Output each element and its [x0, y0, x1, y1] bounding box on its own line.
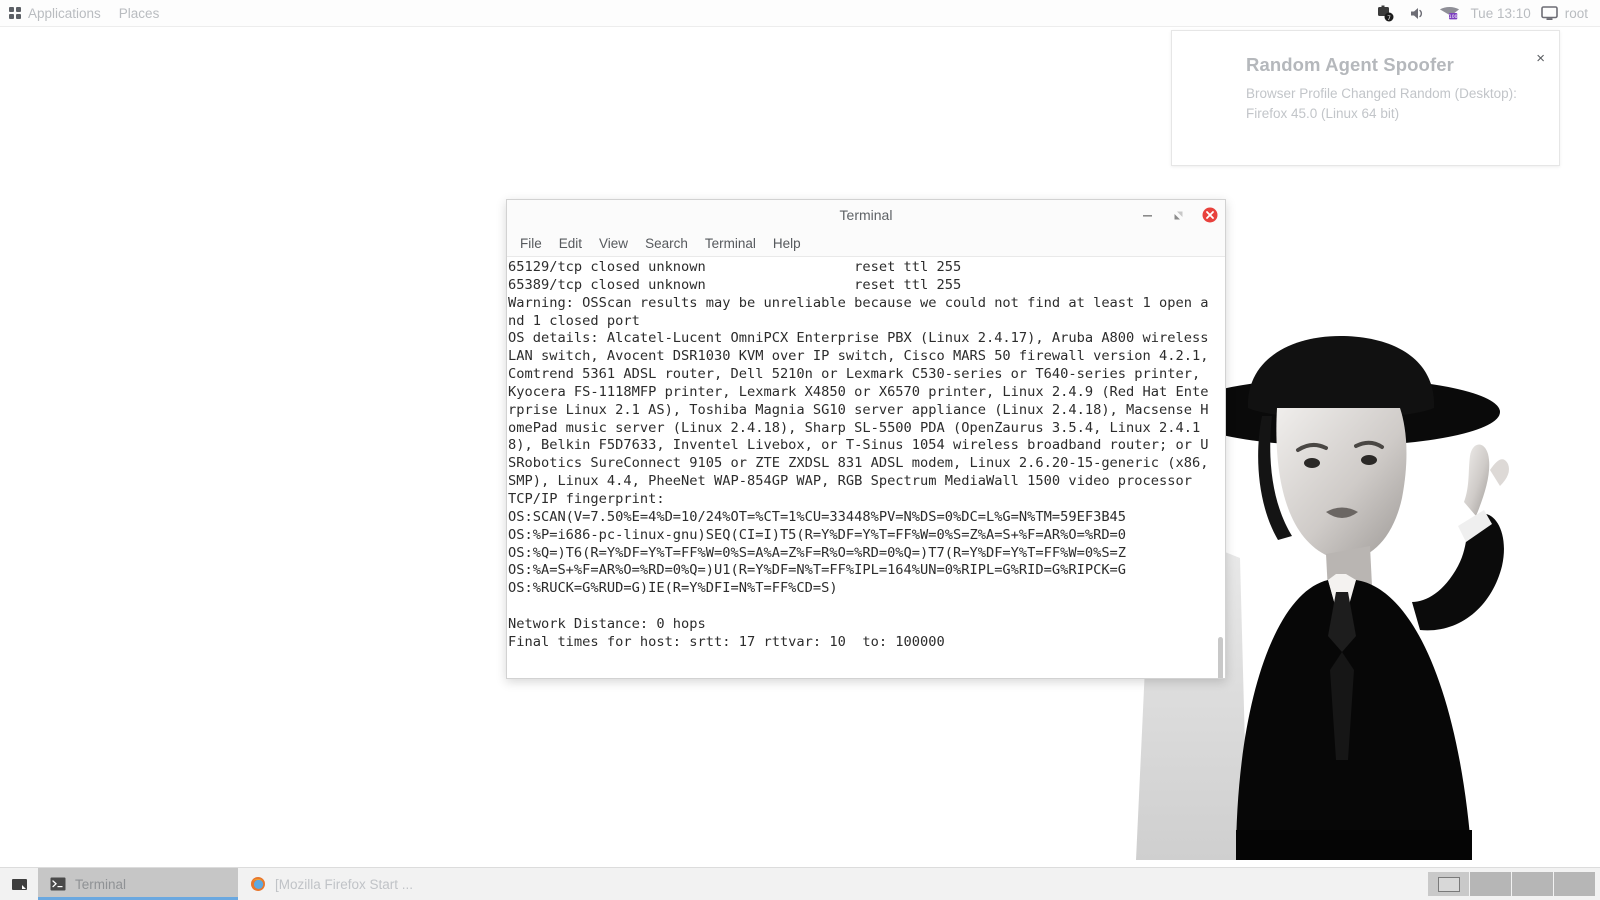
applications-menu-label: Applications [28, 5, 101, 21]
minimize-button[interactable] [1139, 207, 1156, 224]
terminal-window[interactable]: Terminal File Edit View Search Terminal … [506, 199, 1226, 679]
desktop[interactable]: Applications Places 7 100 Tue 13:10 root… [0, 0, 1600, 900]
scrollbar-thumb[interactable] [1218, 637, 1223, 678]
menu-search[interactable]: Search [645, 236, 688, 251]
workspace-switcher [1428, 868, 1600, 900]
svg-text:100: 100 [1449, 14, 1458, 20]
terminal-output-area[interactable]: 65129/tcp closed unknown reset ttl 255 6… [507, 256, 1225, 678]
close-button[interactable] [1201, 207, 1218, 224]
svg-text:7: 7 [1388, 15, 1392, 22]
terminal-output-text: 65129/tcp closed unknown reset ttl 255 6… [508, 259, 1209, 650]
battery-icon[interactable]: 100 [1439, 4, 1460, 22]
notification-body: Browser Profile Changed Random (Desktop)… [1246, 86, 1517, 121]
maximize-button[interactable] [1170, 207, 1187, 224]
notification-popup[interactable]: Random Agent Spoofer Browser Profile Cha… [1171, 30, 1560, 166]
user-menu-label: root [1564, 5, 1588, 21]
menu-help[interactable]: Help [773, 236, 801, 251]
workspace-1[interactable] [1428, 872, 1470, 896]
volume-icon[interactable] [1407, 4, 1428, 22]
places-menu[interactable]: Places [110, 0, 169, 26]
notification-title: Random Agent Spoofer [1246, 54, 1454, 75]
show-desktop-button[interactable] [0, 868, 38, 900]
menu-file[interactable]: File [520, 236, 542, 251]
menu-edit[interactable]: Edit [559, 236, 582, 251]
network-manager-icon[interactable]: 7 [1375, 4, 1396, 22]
window-buttons [1139, 200, 1218, 230]
applications-menu[interactable]: Applications [0, 0, 110, 26]
workspace-window-preview [1437, 876, 1460, 892]
workspace-3[interactable] [1512, 872, 1554, 896]
user-menu[interactable]: root [1540, 5, 1592, 21]
monitor-icon [1540, 5, 1558, 20]
window-title: Terminal [839, 207, 893, 223]
firefox-icon [251, 877, 265, 891]
clock[interactable]: Tue 13:10 [1464, 6, 1540, 21]
taskbar-item-terminal[interactable]: Terminal [38, 868, 238, 900]
workspace-2[interactable] [1470, 872, 1512, 896]
menu-terminal[interactable]: Terminal [705, 236, 756, 251]
workspace-4[interactable] [1554, 872, 1596, 896]
taskbar-item-label: [Mozilla Firefox Start ... [275, 876, 414, 892]
system-tray: 7 100 [1375, 4, 1464, 22]
taskbar: Terminal [Mozilla Firefox Start ... [0, 867, 1600, 900]
terminal-icon [50, 877, 66, 891]
menu-view[interactable]: View [599, 236, 628, 251]
taskbar-item-label: Terminal [75, 876, 127, 892]
terminal-titlebar[interactable]: Terminal [507, 200, 1225, 230]
terminal-menubar: File Edit View Search Terminal Help [507, 230, 1225, 256]
top-panel: Applications Places 7 100 Tue 13:10 root [0, 0, 1600, 27]
taskbar-item-firefox[interactable]: [Mozilla Firefox Start ... [238, 868, 438, 900]
close-icon[interactable]: × [1536, 51, 1545, 66]
grid-icon [9, 7, 21, 19]
terminal-scrollbar[interactable] [1216, 257, 1223, 678]
places-menu-label: Places [118, 5, 160, 21]
